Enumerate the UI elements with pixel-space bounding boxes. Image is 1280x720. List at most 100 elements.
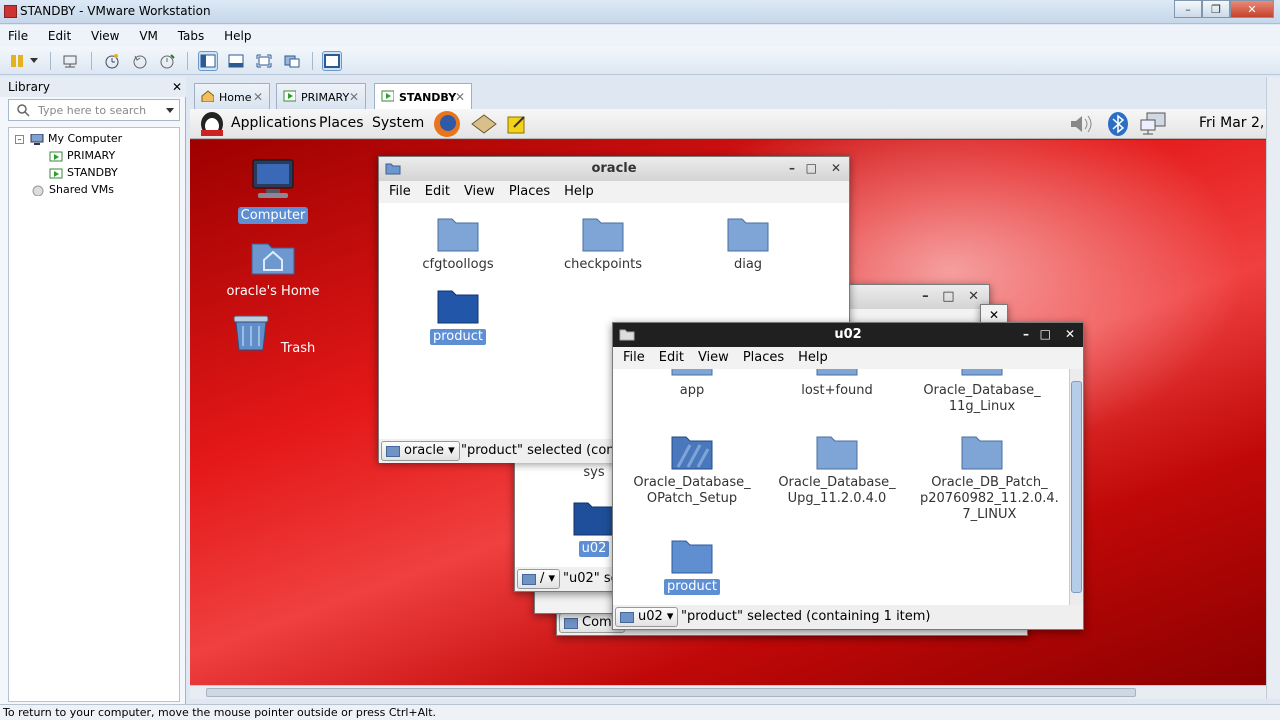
minimize-button[interactable]: – — [1174, 0, 1202, 18]
folder-oracle-db-patch[interactable]: Oracle_DB_Patch_ p20760982_11.2.0.4. 7_L… — [917, 433, 1059, 523]
chevron-down-icon[interactable] — [166, 108, 174, 113]
mail-icon[interactable] — [470, 112, 498, 136]
desktop-icon-trash[interactable]: Trash — [218, 312, 328, 357]
desktop-icon-home[interactable]: oracle's Home — [218, 238, 328, 300]
menu-system[interactable]: System — [372, 115, 424, 131]
bluetooth-icon[interactable] — [1107, 111, 1129, 137]
folder-product[interactable]: product — [627, 537, 757, 595]
menu-places[interactable]: Places — [495, 181, 550, 199]
folder-icon — [816, 369, 858, 376]
maximize-icon[interactable]: □ — [1040, 327, 1051, 341]
show-library-icon[interactable] — [198, 51, 218, 71]
location-dropdown[interactable]: oracle ▾ — [381, 441, 460, 461]
menu-vm[interactable]: VM — [131, 25, 166, 43]
folder-lost-found[interactable]: lost+found — [772, 369, 902, 399]
menu-help[interactable]: Help — [550, 181, 594, 199]
firefox-icon[interactable] — [432, 109, 462, 139]
u02-statusbar: u02 ▾ "product" selected (containing 1 i… — [613, 605, 1083, 629]
minimize-icon[interactable]: – — [922, 289, 929, 304]
tab-standby[interactable]: STANDBY ✕ — [374, 83, 472, 110]
folder-oracle-database-upg[interactable]: Oracle_Database_ Upg_11.2.0.4.0 — [772, 433, 902, 507]
snapshot-manager-icon[interactable] — [157, 51, 177, 71]
menu-file[interactable]: File — [379, 181, 411, 199]
horizontal-scrollbar[interactable] — [190, 685, 1266, 699]
computer-icon — [30, 133, 44, 145]
folder-icon — [727, 218, 769, 252]
volume-icon[interactable] — [1068, 113, 1094, 135]
vmware-menubar: File Edit View VM Tabs Help — [0, 25, 1280, 47]
menu-file[interactable]: File — [0, 25, 36, 43]
panel-clock[interactable]: Fri Mar 2, — [1199, 115, 1264, 131]
menu-file[interactable]: File — [613, 347, 645, 365]
search-icon — [17, 104, 30, 117]
vertical-scrollbar[interactable] — [1266, 77, 1280, 699]
snapshot-icon[interactable] — [102, 51, 122, 71]
minimize-icon[interactable]: – — [789, 161, 795, 175]
location-dropdown[interactable]: / ▾ — [517, 569, 561, 589]
menu-applications[interactable]: Applications — [231, 115, 317, 131]
u02-window[interactable]: u02 – □ ✕ File Edit View Places Help app los… — [612, 322, 1084, 630]
network-icon[interactable] — [60, 51, 80, 71]
network-status-icon[interactable] — [1139, 112, 1169, 136]
window-titlebar: STANDBY - VMware Workstation – ❐ ✕ — [0, 0, 1280, 24]
tree-item-standby[interactable]: STANDBY — [49, 166, 118, 179]
tree-item-shared-vms[interactable]: Shared VMs — [31, 183, 114, 196]
menu-edit[interactable]: Edit — [645, 347, 684, 365]
menu-places[interactable]: Places — [729, 347, 784, 365]
folder-icon — [671, 540, 713, 574]
library-search-input[interactable]: Type here to search — [8, 99, 180, 121]
tab-primary[interactable]: PRIMARY ✕ — [276, 83, 366, 109]
revert-snapshot-icon[interactable] — [130, 51, 150, 71]
thumbnail-bar-icon[interactable] — [226, 51, 246, 71]
folder-cfgtoollogs[interactable]: cfgtoollogs — [393, 215, 523, 273]
oracle-linux-logo-icon[interactable] — [198, 111, 226, 137]
folder-product[interactable]: product — [393, 287, 523, 345]
tab-home[interactable]: Home ✕ — [194, 83, 270, 109]
maximize-button[interactable]: ❐ — [1202, 0, 1230, 18]
location-dropdown[interactable]: u02 ▾ — [615, 607, 679, 627]
power-icon[interactable] — [8, 51, 28, 71]
close-button[interactable]: ✕ — [1230, 0, 1274, 18]
desktop-icon-computer[interactable]: Computer — [218, 158, 328, 224]
folder-oracle-database-opatch[interactable]: Oracle_Database_ OPatch_Setup — [627, 433, 757, 507]
tree-item-my-computer[interactable]: – My Computer — [15, 132, 122, 145]
console-view-icon[interactable] — [322, 51, 342, 71]
menu-view[interactable]: View — [684, 347, 729, 365]
chevron-down-icon[interactable] — [28, 51, 40, 71]
close-icon[interactable]: ✕ — [968, 289, 979, 304]
menu-places[interactable]: Places — [319, 115, 364, 131]
folder-app[interactable]: app — [627, 369, 757, 399]
desktop[interactable]: Computer oracle's Home Trash Comp – □ ✕ … — [190, 140, 1266, 685]
menu-view[interactable]: View — [450, 181, 495, 199]
menu-help[interactable]: Help — [216, 25, 259, 43]
close-library-icon[interactable]: ✕ — [172, 80, 182, 94]
tree-item-primary[interactable]: PRIMARY — [49, 149, 115, 162]
menu-edit[interactable]: Edit — [40, 25, 79, 43]
close-tab-icon[interactable]: ✕ — [455, 90, 465, 104]
close-tab-icon[interactable]: ✕ — [253, 90, 263, 104]
folder-diag[interactable]: diag — [683, 215, 813, 273]
u02-scrollbar[interactable] — [1069, 369, 1083, 605]
vmware-toolbar — [0, 47, 1280, 75]
library-header: Library ✕ — [0, 77, 186, 97]
close-icon[interactable]: ✕ — [831, 161, 841, 175]
menu-tabs[interactable]: Tabs — [170, 25, 213, 43]
maximize-icon[interactable]: □ — [942, 289, 954, 304]
close-icon[interactable]: ✕ — [1065, 327, 1075, 341]
full-screen-icon[interactable] — [254, 51, 274, 71]
vmware-statusbar: To return to your computer, move the mou… — [0, 704, 1280, 720]
menu-edit[interactable]: Edit — [411, 181, 450, 199]
notes-icon[interactable] — [506, 113, 528, 135]
guest-screen[interactable]: Applications Places System Fri Mar 2, Co… — [190, 109, 1266, 685]
close-tab-icon[interactable]: ✕ — [349, 90, 359, 104]
folder-oracle-database-11g[interactable]: Oracle_Database_ 11g_Linux — [917, 369, 1047, 415]
collapse-icon[interactable]: – — [15, 134, 24, 144]
minimize-icon[interactable]: – — [1023, 327, 1029, 341]
folder-checkpoints[interactable]: checkpoints — [538, 215, 668, 273]
menu-help[interactable]: Help — [784, 347, 828, 365]
menu-view[interactable]: View — [83, 25, 127, 43]
folder-icon — [961, 369, 1003, 376]
close-icon[interactable]: ✕ — [989, 308, 999, 322]
maximize-icon[interactable]: □ — [806, 161, 817, 175]
unity-icon[interactable] — [282, 51, 302, 71]
